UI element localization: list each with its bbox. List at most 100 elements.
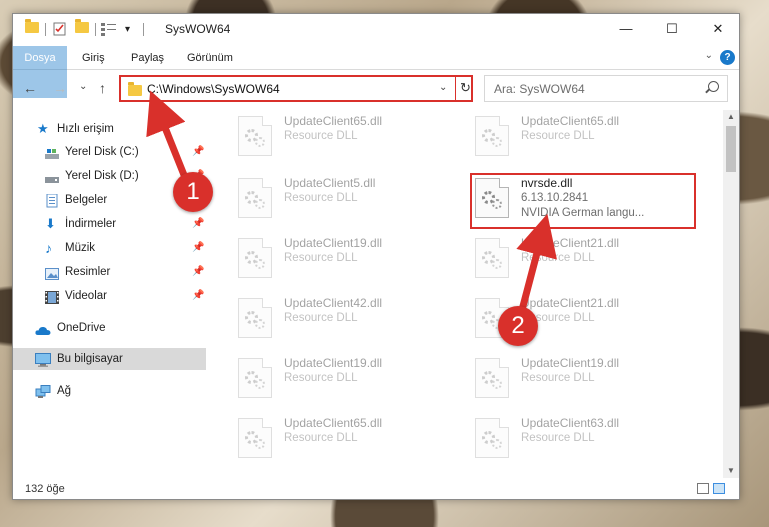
refresh-button[interactable]: ↻ — [460, 80, 471, 96]
file-type: Resource DLL — [284, 432, 358, 444]
download-icon: ⬇ — [45, 216, 56, 231]
sidebar-item-label: Hızlı erişim — [57, 123, 114, 135]
tab-share[interactable]: Paylaş — [122, 46, 173, 70]
file-name: UpdateClient21.dll — [521, 236, 620, 250]
divider — [45, 23, 46, 36]
file-item[interactable]: UpdateClient63.dll Resource DLL — [475, 416, 695, 468]
computer-icon — [35, 353, 51, 367]
pin-icon[interactable]: 📌 — [192, 141, 204, 163]
sidebar-item-label: Müzik — [65, 242, 96, 254]
sidebar-item-this-pc[interactable]: Bu bilgisayar — [13, 348, 206, 370]
star-icon: ★ — [37, 121, 49, 136]
forward-button[interactable]: → — [53, 80, 67, 96]
tiles-view-icon[interactable] — [713, 483, 725, 494]
documents-icon — [45, 193, 59, 208]
divider — [455, 77, 456, 100]
sidebar-item-disk-c[interactable]: Yerel Disk (C:) 📌 — [13, 141, 206, 163]
music-icon: ♪ — [45, 240, 52, 256]
sidebar-item-network[interactable]: Ağ — [13, 380, 206, 402]
recent-locations-button[interactable]: ⌄ — [79, 81, 87, 92]
pin-icon[interactable]: 📌 — [192, 285, 204, 307]
sidebar-item-label: Videolar — [65, 290, 107, 302]
back-button[interactable]: ← — [23, 80, 37, 96]
help-button[interactable]: ? — [720, 50, 735, 65]
new-folder-icon[interactable] — [75, 19, 89, 36]
file-type: Resource DLL — [284, 312, 358, 324]
details-view-icon[interactable] — [697, 483, 709, 494]
ribbon-tabs: Dosya Giriş Paylaş Görünüm ⌄ ? — [13, 46, 739, 98]
scroll-thumb[interactable] — [726, 126, 736, 172]
sidebar-item-pictures[interactable]: Resimler 📌 — [13, 261, 206, 283]
sidebar-item-music[interactable]: ♪ Müzik 📌 — [13, 237, 206, 259]
sidebar-item-label: OneDrive — [57, 322, 106, 334]
maximize-button[interactable]: ☐ — [649, 14, 695, 44]
file-item[interactable]: UpdateClient19.dll Resource DLL — [238, 236, 458, 288]
up-button[interactable]: ↑ — [99, 80, 106, 96]
address-dropdown-icon[interactable]: ⌄ — [439, 82, 447, 93]
status-bar: 132 öğe — [13, 478, 739, 500]
navigation-pane: ★ Hızlı erişim Yerel Disk (C:) 📌 Yerel D… — [13, 110, 208, 470]
folder-icon — [128, 82, 142, 96]
file-type: Resource DLL — [521, 372, 595, 384]
pin-icon[interactable]: 📌 — [192, 237, 204, 259]
address-path[interactable]: C:\Windows\SysWOW64 — [147, 82, 280, 96]
file-item[interactable]: UpdateClient19.dll Resource DLL — [475, 356, 695, 408]
vertical-scrollbar[interactable]: ▲ ▼ — [723, 110, 739, 478]
search-box[interactable]: Ara: SysWOW64 — [484, 75, 728, 102]
sidebar-item-onedrive[interactable]: OneDrive — [13, 317, 206, 339]
ribbon-expand-icon[interactable]: ⌄ — [705, 50, 713, 61]
step-badge-2: 2 — [498, 306, 538, 346]
divider — [95, 23, 96, 36]
search-input[interactable]: Ara: SysWOW64 — [494, 82, 585, 96]
customize-quick-access-icon[interactable]: ▾ — [125, 24, 139, 38]
view-options-icon[interactable] — [101, 22, 116, 36]
close-button[interactable]: ✕ — [695, 14, 741, 44]
sidebar-item-label: Ağ — [57, 385, 72, 397]
dll-file-icon — [475, 358, 509, 398]
sidebar-item-label: Resimler — [65, 266, 111, 278]
sidebar-item-videos[interactable]: Videolar 📌 — [13, 285, 206, 307]
network-icon — [35, 385, 51, 398]
dll-file-icon — [475, 116, 509, 156]
file-name: UpdateClient19.dll — [284, 356, 383, 370]
file-item[interactable]: UpdateClient42.dll Resource DLL — [238, 296, 458, 348]
file-type: Resource DLL — [284, 192, 358, 204]
divider — [143, 23, 144, 36]
item-count: 132 öğe — [25, 483, 65, 495]
dll-file-icon — [238, 298, 272, 338]
file-item[interactable]: UpdateClient19.dll Resource DLL — [238, 356, 458, 408]
tab-home[interactable]: Giriş — [73, 46, 114, 70]
file-type: Resource DLL — [521, 130, 595, 142]
pin-icon[interactable]: 📌 — [192, 213, 204, 235]
scroll-up-icon[interactable]: ▲ — [723, 110, 739, 124]
file-type: Resource DLL — [284, 130, 358, 142]
onedrive-icon — [35, 322, 51, 335]
file-name: UpdateClient42.dll — [284, 296, 383, 310]
file-item[interactable]: UpdateClient5.dll Resource DLL — [238, 176, 458, 228]
file-type: Resource DLL — [521, 252, 595, 264]
step-badge-1: 1 — [173, 172, 213, 212]
file-type: Resource DLL — [521, 432, 595, 444]
folder-icon[interactable] — [25, 19, 39, 36]
file-item[interactable]: UpdateClient65.dll Resource DLL — [475, 114, 695, 166]
scroll-down-icon[interactable]: ▼ — [723, 464, 739, 478]
file-item[interactable]: UpdateClient65.dll Resource DLL — [238, 416, 458, 468]
tab-view[interactable]: Görünüm — [178, 46, 242, 70]
file-name: UpdateClient65.dll — [284, 114, 383, 128]
file-list: UpdateClient65.dll Resource DLL UpdateCl… — [218, 110, 723, 478]
address-bar[interactable]: C:\Windows\SysWOW64 ⌄ ↻ — [119, 75, 473, 102]
file-name: UpdateClient65.dll — [284, 416, 383, 430]
minimize-button[interactable]: — — [603, 14, 649, 44]
file-name: UpdateClient65.dll — [521, 114, 620, 128]
sidebar-item-label: İndirmeler — [65, 218, 117, 230]
search-icon — [708, 81, 719, 92]
dll-file-icon — [238, 358, 272, 398]
pin-icon[interactable]: 📌 — [192, 261, 204, 283]
file-item[interactable]: UpdateClient65.dll Resource DLL — [238, 114, 458, 166]
sidebar-item-downloads[interactable]: ⬇ İndirmeler 📌 — [13, 213, 206, 235]
file-name: UpdateClient63.dll — [521, 416, 620, 430]
dll-file-icon — [238, 178, 272, 218]
file-item[interactable]: UpdateClient21.dll Resource DLL — [475, 236, 695, 288]
properties-icon[interactable] — [53, 22, 67, 36]
sidebar-item-quick-access[interactable]: ★ Hızlı erişim — [13, 118, 206, 140]
